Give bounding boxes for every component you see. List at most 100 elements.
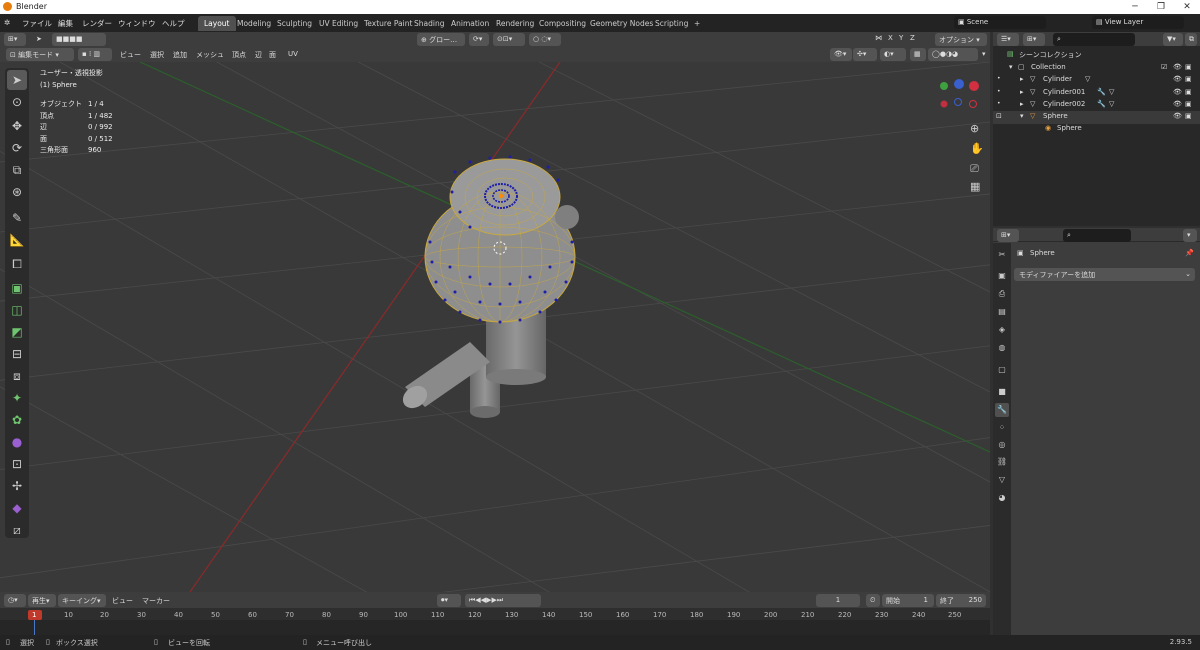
menu-render[interactable]: レンダー xyxy=(82,18,112,29)
mirror-icon[interactable]: ⋈ xyxy=(875,34,882,42)
scene-tab-icon[interactable]: ◈ xyxy=(995,323,1009,337)
menu-vertex[interactable]: 頂点 xyxy=(232,50,246,60)
menu-view[interactable]: ビュー xyxy=(120,50,141,60)
add-workspace-button[interactable]: + xyxy=(688,16,706,31)
menu-mesh[interactable]: メッシュ xyxy=(196,50,224,60)
snap-dropdown[interactable]: ⊙⊡▾ xyxy=(493,33,525,46)
menu-file[interactable]: ファイル xyxy=(22,18,52,29)
close-button[interactable]: ✕ xyxy=(1174,0,1200,14)
navigation-gizmo[interactable] xyxy=(940,79,979,108)
menu-edit[interactable]: 編集 xyxy=(58,18,73,29)
visibility-dropdown[interactable]: 👁▾ xyxy=(830,48,852,61)
annotate-tool-icon[interactable]: ✎ xyxy=(7,208,27,228)
render-camera-icon[interactable]: ▣ xyxy=(1185,63,1192,71)
playback-controls[interactable]: ⏮◀◀▶▶⏭ xyxy=(465,594,541,607)
tab-layout[interactable]: Layout xyxy=(198,16,236,31)
render-camera-icon[interactable]: ▣ xyxy=(1185,88,1192,96)
render-camera-icon[interactable]: ▣ xyxy=(1185,100,1192,108)
shrink-fatten-tool-icon[interactable]: ✢ xyxy=(7,476,27,496)
pivot-point-dropdown[interactable]: ⟳▾ xyxy=(469,33,489,46)
maximize-button[interactable]: ❐ xyxy=(1148,0,1174,14)
timeline-editor-type-icon[interactable]: ◷▾ xyxy=(4,594,26,607)
properties-options-icon[interactable]: ▾ xyxy=(1183,229,1197,242)
axis-z-toggle[interactable]: Z xyxy=(910,34,915,42)
output-tab-icon[interactable]: ⎙ xyxy=(995,287,1009,301)
camera-icon[interactable]: ⎚ xyxy=(970,162,979,176)
render-tab-icon[interactable]: ▣ xyxy=(995,269,1009,283)
tab-uv-editing[interactable]: UV Editing xyxy=(313,16,364,31)
data-tab-icon[interactable]: ▽ xyxy=(995,473,1009,487)
measure-tool-icon[interactable]: 📐 xyxy=(7,230,27,250)
gizmo-dropdown[interactable]: ✣▾ xyxy=(853,48,877,61)
inset-tool-icon[interactable]: ◫ xyxy=(7,300,27,320)
expand-arrow-icon[interactable]: ▸ xyxy=(1020,100,1024,108)
proportional-edit-dropdown[interactable]: ○ ◌▾ xyxy=(529,33,561,46)
preview-range-icon[interactable]: ⏲ xyxy=(866,594,880,607)
ortho-grid-icon[interactable]: ▦ xyxy=(970,180,980,193)
eye-icon[interactable]: 👁 xyxy=(1173,63,1182,71)
select-box-tool-icon[interactable]: ➤ xyxy=(7,70,27,90)
viewport-scene[interactable] xyxy=(0,62,990,592)
playback-dropdown[interactable]: 再生▾ xyxy=(28,594,56,607)
physics-tab-icon[interactable]: ◎ xyxy=(995,438,1009,452)
eye-icon[interactable]: 👁 xyxy=(1173,88,1182,96)
menu-window[interactable]: ウィンドウ xyxy=(118,18,156,29)
axis-y-toggle[interactable]: Y xyxy=(899,34,903,42)
3d-viewport[interactable]: ⊕ ✋ ⎚ ▦ xyxy=(0,62,990,592)
tool-tab-icon[interactable]: ✂ xyxy=(995,248,1009,262)
filter-icon[interactable]: ▼▾ xyxy=(1163,33,1183,46)
menu-select[interactable]: 選択 xyxy=(150,50,164,60)
editor-type-icon[interactable]: ⊞▾ xyxy=(4,33,26,46)
menu-add[interactable]: 追加 xyxy=(173,50,187,60)
end-frame-field[interactable]: 終了 250 xyxy=(936,594,986,607)
add-cube-tool-icon[interactable]: ⧠ xyxy=(7,254,27,274)
properties-search-input[interactable]: ⌕ xyxy=(1063,229,1131,242)
menu-face[interactable]: 面 xyxy=(269,50,276,60)
timeline-area[interactable]: 1 10 20 30 40 50 60 70 80 90 100 110 120… xyxy=(0,608,990,635)
transform-tool-icon[interactable]: ⊛ xyxy=(7,182,27,202)
collection-tab-icon[interactable]: ▢ xyxy=(995,363,1009,377)
outliner-editor-type-icon[interactable]: ☰▾ xyxy=(997,33,1019,46)
edge-slide-tool-icon[interactable]: ⊡ xyxy=(7,454,27,474)
timeline-menu-view[interactable]: ビュー xyxy=(112,596,133,606)
blender-menu-icon[interactable]: ✲ xyxy=(4,18,10,27)
outliner-item-cylinder[interactable]: • ▸ ▽ Cylinder ▽ 👁 ▣ xyxy=(993,74,1200,87)
sphere-mesh[interactable] xyxy=(424,155,579,324)
material-tab-icon[interactable]: ◕ xyxy=(995,491,1009,505)
select-cursor-icon[interactable]: ➤ xyxy=(32,33,44,46)
menu-edge[interactable]: 辺 xyxy=(255,50,262,60)
keying-dropdown[interactable]: キーイング▾ xyxy=(58,594,106,607)
render-camera-icon[interactable]: ▣ xyxy=(1185,75,1192,83)
select-mode-buttons[interactable]: ■■■■ xyxy=(52,33,106,46)
poly-build-tool-icon[interactable]: ✦ xyxy=(7,388,27,408)
tab-geometry-nodes[interactable]: Geometry Nodes xyxy=(584,16,659,31)
axis-x-toggle[interactable]: X xyxy=(888,34,893,42)
render-camera-icon[interactable]: ▣ xyxy=(1185,112,1192,120)
vertex-edge-face-select[interactable]: ▪ ⁞ ▥ xyxy=(78,48,112,61)
zoom-icon[interactable]: ⊕ xyxy=(970,122,979,135)
constraints-tab-icon[interactable]: ⛓ xyxy=(995,455,1009,469)
mode-dropdown[interactable]: ⊡ 編集モード ▾ xyxy=(6,48,74,61)
eye-icon[interactable]: 👁 xyxy=(1173,75,1182,83)
properties-editor-type-icon[interactable]: ⊞▾ xyxy=(997,229,1019,242)
add-modifier-dropdown[interactable]: モディファイアーを追加 ⌄ xyxy=(1014,268,1195,281)
tab-animation[interactable]: Animation xyxy=(445,16,495,31)
cursor-tool-icon[interactable]: ⊙ xyxy=(7,92,27,112)
pan-hand-icon[interactable]: ✋ xyxy=(970,142,984,155)
view-layer-tab-icon[interactable]: ▤ xyxy=(995,305,1009,319)
transform-orientation-dropdown[interactable]: ⊕ グロー… xyxy=(417,33,465,46)
expand-arrow-icon[interactable]: ▾ xyxy=(1020,112,1024,120)
overlay-dropdown[interactable]: ◐▾ xyxy=(880,48,906,61)
xray-toggle[interactable]: ▦ xyxy=(910,48,926,61)
loop-cut-tool-icon[interactable]: ⊟ xyxy=(7,344,27,364)
eye-icon[interactable]: 👁 xyxy=(1173,100,1182,108)
new-collection-icon[interactable]: ⧉ xyxy=(1185,33,1197,46)
particles-tab-icon[interactable]: ⁘ xyxy=(995,421,1009,435)
rotate-tool-icon[interactable]: ⟳ xyxy=(7,138,27,158)
menu-uv[interactable]: UV xyxy=(288,50,298,58)
expand-arrow-icon[interactable]: ▸ xyxy=(1020,75,1024,83)
start-frame-field[interactable]: 開始 1 xyxy=(882,594,934,607)
world-tab-icon[interactable]: ◍ xyxy=(995,341,1009,355)
expand-arrow-icon[interactable]: ▾ xyxy=(1009,63,1013,71)
outliner-item-cylinder001[interactable]: • ▸ ▽ Cylinder001 🔧 ▽ 👁 ▣ xyxy=(993,87,1200,100)
